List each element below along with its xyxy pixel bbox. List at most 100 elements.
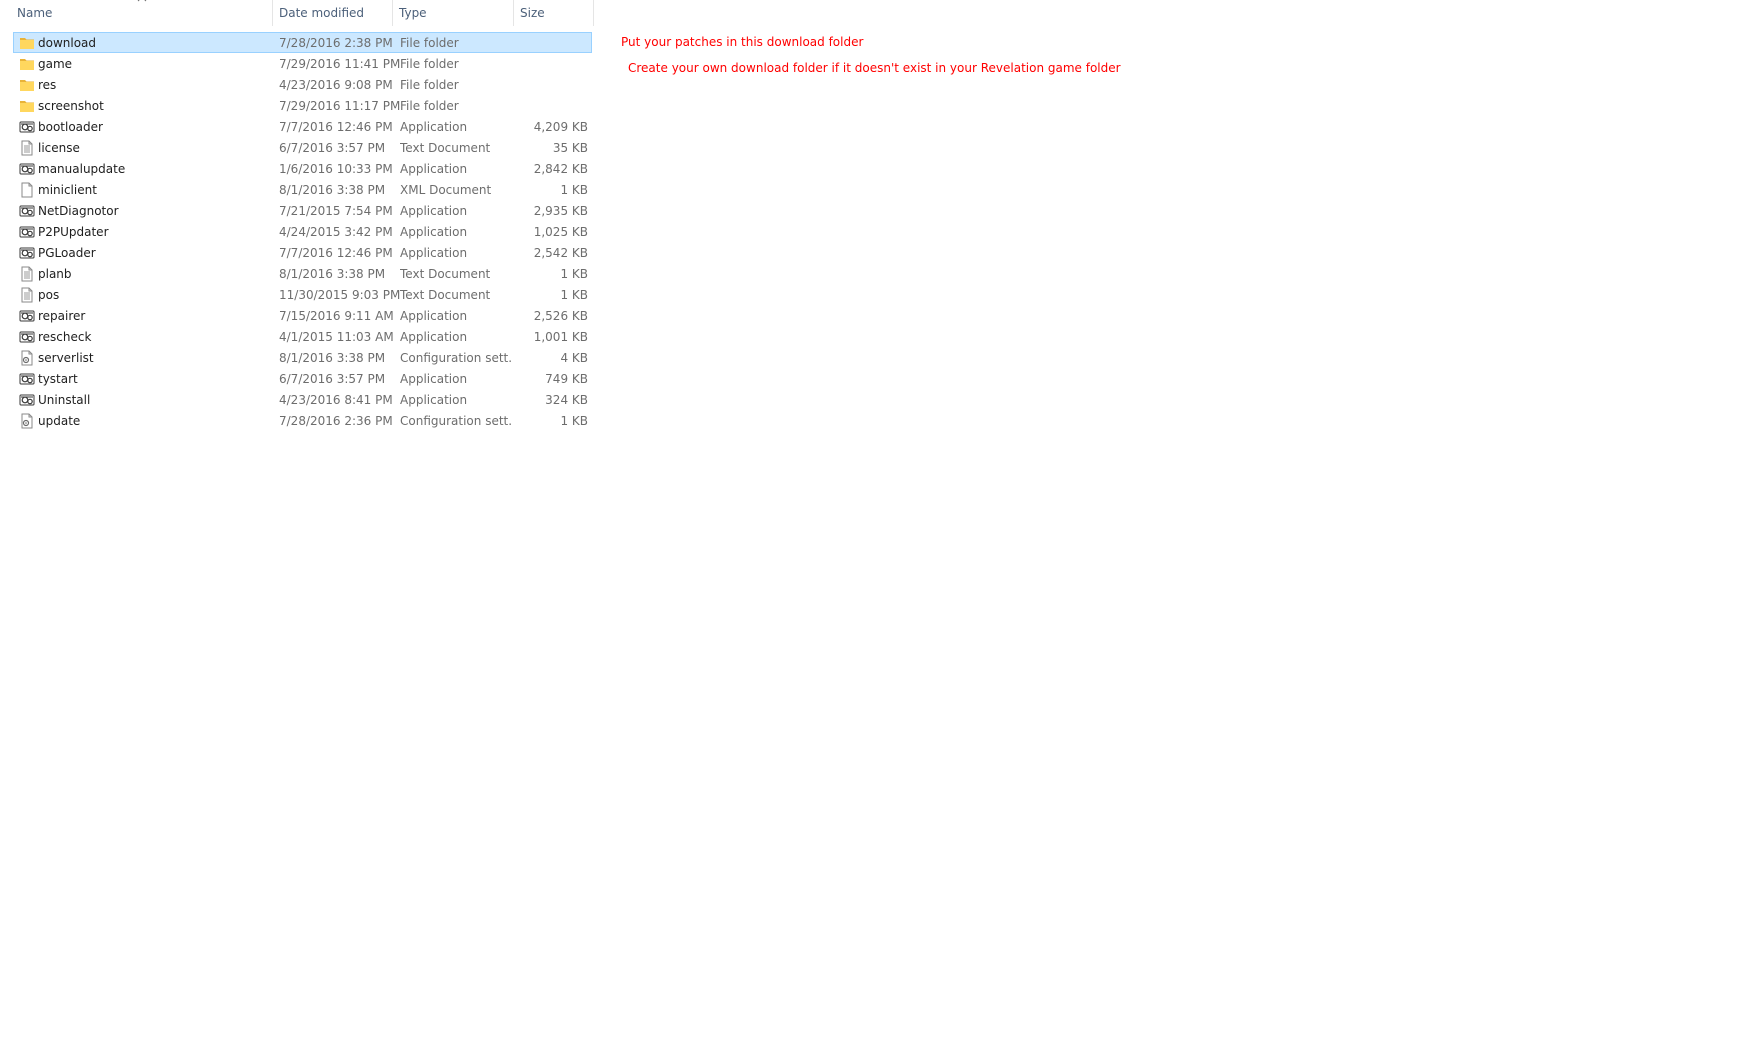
file-type: File folder <box>400 57 459 71</box>
file-name: download <box>38 36 97 50</box>
file-type: Application <box>400 393 468 407</box>
xml-document-icon <box>19 182 35 198</box>
text-document-icon <box>19 287 35 303</box>
annotation-create-folder-note: Create your own download folder if it do… <box>628 61 1121 75</box>
file-name: tystart <box>38 372 78 386</box>
file-type: Application <box>400 246 468 260</box>
file-row-pos[interactable]: pos 11/30/2015 9:03 PM Text Document 1 KB <box>13 284 592 305</box>
column-header-date-modified[interactable]: Date modified <box>273 0 393 26</box>
file-date-modified: 7/28/2016 2:36 PM <box>279 414 393 428</box>
file-name: update <box>38 414 81 428</box>
file-row-game[interactable]: game 7/29/2016 11:41 PM File folder <box>13 53 592 74</box>
application-icon <box>19 224 35 240</box>
file-name: planb <box>38 267 72 281</box>
application-icon <box>19 371 35 387</box>
file-size: 324 KB <box>545 393 588 407</box>
config-settings-icon <box>19 350 35 366</box>
file-type: Configuration sett... <box>400 351 512 365</box>
file-name: repairer <box>38 309 86 323</box>
file-type: XML Document <box>400 183 492 197</box>
file-type: Configuration sett... <box>400 414 512 428</box>
file-type: File folder <box>400 36 459 50</box>
folder-icon <box>19 35 35 51</box>
column-header-name[interactable]: Name <box>11 0 273 26</box>
file-date-modified: 6/7/2016 3:57 PM <box>279 141 386 155</box>
file-type: Application <box>400 162 468 176</box>
file-name: P2PUpdater <box>38 225 109 239</box>
file-type: Application <box>400 330 468 344</box>
file-date-modified: 6/7/2016 3:57 PM <box>279 372 386 386</box>
file-name: manualupdate <box>38 162 126 176</box>
config-settings-icon <box>19 413 35 429</box>
file-type: Application <box>400 120 468 134</box>
file-type: Application <box>400 372 468 386</box>
file-date-modified: 7/29/2016 11:17 PM <box>279 99 401 113</box>
file-type: Application <box>400 225 468 239</box>
file-row-rescheck[interactable]: rescheck 4/1/2015 11:03 AM Application 1,00… <box>13 326 592 347</box>
text-document-icon <box>19 266 35 282</box>
application-icon <box>19 203 35 219</box>
file-size: 2,842 KB <box>533 162 588 176</box>
file-type: Application <box>400 309 468 323</box>
file-name: miniclient <box>38 183 97 197</box>
file-row-miniclient[interactable]: miniclient 8/1/2016 3:38 PM XML Document 1 … <box>13 179 592 200</box>
file-date-modified: 4/23/2016 8:41 PM <box>279 393 393 407</box>
file-type: Text Document <box>400 288 491 302</box>
file-name: serverlist <box>38 351 94 365</box>
file-name: PGLoader <box>38 246 96 260</box>
file-row-manualupdate[interactable]: manualupdate 1/6/2016 10:33 PM Application… <box>13 158 592 179</box>
file-date-modified: 7/7/2016 12:46 PM <box>279 120 393 134</box>
column-header-size[interactable]: Size <box>514 0 594 26</box>
file-date-modified: 7/21/2015 7:54 PM <box>279 204 393 218</box>
file-explorer-view: Name Date modified Type Size download 7/2… <box>0 0 1760 1055</box>
file-row-bootloader[interactable]: bootloader 7/7/2016 12:46 PM Application 4,… <box>13 116 592 137</box>
text-document-icon <box>19 140 35 156</box>
file-row-netdiagnotor[interactable]: NetDiagnotor 7/21/2015 7:54 PM Application… <box>13 200 592 221</box>
file-row-serverlist[interactable]: serverlist 8/1/2016 3:38 PM Configuration … <box>13 347 592 368</box>
file-name: Uninstall <box>38 393 91 407</box>
folder-icon <box>19 77 35 93</box>
file-date-modified: 4/1/2015 11:03 AM <box>279 330 394 344</box>
file-date-modified: 7/29/2016 11:41 PM <box>279 57 401 71</box>
file-name: game <box>38 57 73 71</box>
file-row-pgloader[interactable]: PGLoader 7/7/2016 12:46 PM Application 2,54… <box>13 242 592 263</box>
column-header-type[interactable]: Type <box>393 0 514 26</box>
application-icon <box>19 161 35 177</box>
file-row-res[interactable]: res 4/23/2016 9:08 PM File folder <box>13 74 592 95</box>
file-row-download[interactable]: download 7/28/2016 2:38 PM File folder <box>13 32 592 53</box>
file-type: Text Document <box>400 141 491 155</box>
file-row-screenshot[interactable]: screenshot 7/29/2016 11:17 PM File folder <box>13 95 592 116</box>
application-icon <box>19 245 35 261</box>
file-size: 2,526 KB <box>533 309 588 323</box>
file-row-license[interactable]: license 6/7/2016 3:57 PM Text Document 35 K… <box>13 137 592 158</box>
file-date-modified: 8/1/2016 3:38 PM <box>279 351 386 365</box>
file-row-p2pupdater[interactable]: P2PUpdater 4/24/2015 3:42 PM Application 1,… <box>13 221 592 242</box>
file-name: res <box>38 78 57 92</box>
file-date-modified: 7/28/2016 2:38 PM <box>279 36 393 50</box>
file-row-tystart[interactable]: tystart 6/7/2016 3:57 PM Application 749 KB <box>13 368 592 389</box>
file-name: license <box>38 141 80 155</box>
file-size: 749 KB <box>545 372 588 386</box>
file-date-modified: 1/6/2016 10:33 PM <box>279 162 393 176</box>
column-header-row: Name Date modified Type Size <box>0 0 594 26</box>
file-size: 1 KB <box>560 183 588 197</box>
annotation-patches-note: Put your patches in this download folder <box>621 35 864 49</box>
file-name: bootloader <box>38 120 103 134</box>
file-size: 1,025 KB <box>533 225 588 239</box>
application-icon <box>19 392 35 408</box>
file-size: 4 KB <box>560 351 588 365</box>
file-row-planb[interactable]: planb 8/1/2016 3:38 PM Text Document 1 KB <box>13 263 592 284</box>
file-list: download 7/28/2016 2:38 PM File folder game… <box>13 32 592 431</box>
file-name: rescheck <box>38 330 92 344</box>
file-row-uninstall[interactable]: Uninstall 4/23/2016 8:41 PM Application 324… <box>13 389 592 410</box>
file-row-update[interactable]: update 7/28/2016 2:36 PM Configuration set… <box>13 410 592 431</box>
file-size: 2,542 KB <box>533 246 588 260</box>
file-size: 4,209 KB <box>533 120 588 134</box>
file-type: File folder <box>400 78 459 92</box>
folder-icon <box>19 98 35 114</box>
file-name: NetDiagnotor <box>38 204 119 218</box>
file-row-repairer[interactable]: repairer 7/15/2016 9:11 AM Application 2,52… <box>13 305 592 326</box>
file-date-modified: 11/30/2015 9:03 PM <box>279 288 401 302</box>
application-icon <box>19 329 35 345</box>
file-size: 1 KB <box>560 414 588 428</box>
